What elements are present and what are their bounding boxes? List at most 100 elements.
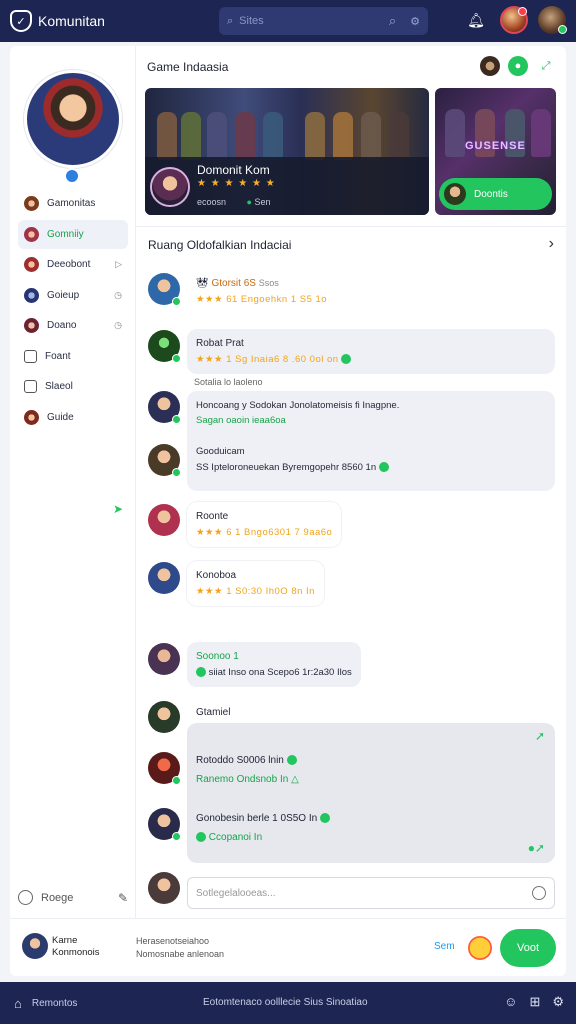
verified-icon — [196, 667, 206, 678]
message-avatar[interactable] — [148, 562, 180, 594]
reaction-icon[interactable]: ●➚ — [528, 841, 545, 855]
sidebar-item-label: Deeobont — [47, 259, 91, 270]
message: Konoboa ★★★ 1 S0:30 Ih0O 8n In — [187, 561, 324, 607]
send-arrow-icon[interactable]: ➚ — [535, 729, 545, 743]
footer-avatar[interactable] — [22, 933, 48, 959]
avatar-icon — [24, 318, 39, 333]
sidebar-item-label: Foant — [45, 350, 71, 362]
message-text: SS Ipteloroneuekan Byremgopehr 8560 1n — [196, 461, 377, 473]
sidebar-item-deeobont[interactable]: Deeobont ▷ — [18, 250, 128, 279]
message-avatar[interactable] — [148, 444, 181, 477]
message: Roonte ★★★ 6 1 Bngo6301 7 9aa6o — [187, 502, 342, 548]
vote-button[interactable]: Voot — [500, 929, 556, 967]
message-avatar[interactable] — [148, 643, 180, 675]
message-avatar[interactable] — [148, 273, 181, 306]
avatar-icon — [24, 226, 39, 242]
message-text: ★★★ 61 Engoehkn 1 S5 1o — [196, 294, 328, 305]
main-panel: Gamonitas Gomniiy Deeobont ▷ Goieup ◷ Do… — [10, 46, 566, 976]
sidebar-footer[interactable]: Roege ✎ — [18, 890, 128, 905]
message-text: siiat Inso ona Scepo6 1r:2a30 Ilos — [208, 667, 352, 678]
avatar-icon — [24, 196, 39, 211]
search-submit-icon[interactable]: ⌕ — [389, 13, 396, 29]
banner-meta: ecoosn ● Sen — [197, 197, 271, 207]
emoji-icon[interactable] — [532, 886, 546, 900]
banner-avatar — [150, 167, 190, 207]
settings-circle-icon — [18, 890, 33, 905]
message-text: Ccopanoi In — [208, 832, 263, 843]
message-text: Honcoang y Sodokan Jonolatomeisis fi Ina… — [196, 400, 400, 411]
featured-banner[interactable]: Domonit Kom ★ ★ ★ ★ ★ ★ ecoosn ● Sen — [145, 88, 429, 215]
sidebar-item-label: Doano — [47, 320, 77, 331]
message-meta: Ssos — [258, 278, 279, 288]
sidebar-item-slaeol[interactable]: Slaeol — [18, 372, 128, 401]
search-icon: ⌕ — [227, 14, 234, 27]
room-header[interactable]: Ruang Oldofalkian Indaciai › — [136, 226, 566, 260]
message: Soonoo 1 siiat Inso ona Scepo6 1r:2a30 I… — [187, 642, 361, 688]
settings-icon[interactable]: ⚙ — [552, 994, 564, 1010]
message-avatar[interactable] — [148, 504, 180, 536]
sidebar-item-foant[interactable]: Foant — [18, 342, 128, 371]
user-avatar[interactable] — [538, 6, 567, 34]
section-title: Game Indaasia — [147, 60, 229, 74]
member-avatar[interactable] — [480, 56, 500, 76]
search-bar: ⌕ ⌕ ⚙ — [219, 7, 428, 35]
footer-text-line: Herasenotseiahoo — [136, 936, 210, 946]
secondary-banner[interactable]: GUSENSE Doontis — [435, 88, 556, 215]
message-text: Sagan oaoin ieaa6oa — [196, 415, 286, 427]
sidebar-item-gamonitas[interactable]: Gamonitas — [18, 189, 128, 218]
notification-bell-icon[interactable]: 🔔︎ — [462, 6, 490, 34]
message-author: Gonobesin berle 1 0S5O In — [196, 813, 318, 824]
message-avatar[interactable] — [148, 391, 181, 424]
message-avatar[interactable] — [148, 808, 181, 841]
message-author: Roonte — [196, 511, 229, 522]
bottom-bar-text: Eotomtenaco oolllecie Sius Sinoatiao — [203, 997, 368, 1008]
message-avatar[interactable] — [148, 752, 181, 785]
sidebar-item-label: Guide — [47, 411, 74, 423]
user-avatar-alert[interactable] — [500, 6, 528, 34]
message: Honcoang y Sodokan Jonolatomeisis fi Ina… — [187, 391, 555, 491]
game-logo: GUSENSE — [465, 140, 526, 152]
message-author: Konoboa — [196, 570, 237, 581]
avatar-icon — [24, 257, 39, 272]
brand[interactable]: ✓ Komunitan — [10, 10, 105, 32]
footer-link[interactable]: Sem — [434, 941, 455, 952]
profile-status-badge — [64, 168, 80, 184]
sidebar-item-doano[interactable]: Doano ◷ — [18, 311, 128, 340]
main-content: Game Indaasia ● ⤢ Domonit Kom ★ ★ ★ ★ ★ … — [136, 46, 566, 918]
banner-stars: ★ ★ ★ ★ ★ ★ — [197, 178, 276, 189]
sidebar-item-guide[interactable]: Guide — [18, 403, 128, 432]
chat-icon[interactable]: ☺ — [504, 994, 517, 1010]
edit-icon[interactable]: ✎ — [118, 891, 128, 905]
bottom-bar-label[interactable]: Remontos — [32, 998, 78, 1009]
join-button[interactable]: Doontis — [439, 178, 552, 210]
search-input[interactable] — [239, 15, 383, 27]
crown-icon: 👑︎ — [196, 278, 209, 289]
online-icon[interactable]: ● — [508, 56, 528, 76]
expand-icon[interactable]: ⤢ — [536, 56, 556, 76]
grid-icon[interactable]: ⊞ — [529, 994, 540, 1010]
profile-avatar[interactable] — [24, 70, 122, 168]
shield-logo-icon: ✓ — [10, 10, 32, 32]
message-text: ★★★ 6 1 Bngo6301 7 9aa6o — [196, 527, 333, 538]
message-author: Robat Prat — [196, 338, 244, 349]
top-bar: ✓ Komunitan ⌕ ⌕ ⚙ 🔔︎ — [0, 0, 576, 42]
expand-arrow-icon[interactable]: ➤ — [113, 502, 123, 516]
message-avatar[interactable] — [148, 330, 181, 363]
footer-text-line: Nomosnabe anlenoan — [136, 948, 225, 959]
banner-meta-left: ecoosn — [197, 197, 227, 207]
online-dot — [558, 25, 567, 34]
sidebar-item-label: Gomniiy — [47, 228, 84, 240]
sidebar-item-goieup[interactable]: Goieup ◷ — [18, 281, 128, 310]
verified-icon — [378, 462, 389, 473]
home-icon[interactable]: ⌂ — [14, 996, 22, 1011]
sidebar-item-gomniiy[interactable]: Gomniiy — [18, 219, 128, 249]
emoji-reaction-icon[interactable] — [468, 936, 492, 960]
join-button-label: Doontis — [474, 188, 508, 200]
chevron-right-icon[interactable]: › — [549, 235, 554, 253]
settings-icon[interactable]: ⚙ — [410, 15, 420, 28]
message-avatar[interactable] — [148, 701, 180, 733]
footer-text: Herasenotseiahoo Nomosnabe anlenoan — [136, 935, 224, 960]
footer-user: Karne Konmonois — [52, 935, 100, 960]
message-input[interactable] — [196, 887, 532, 899]
image-icon — [24, 380, 37, 393]
